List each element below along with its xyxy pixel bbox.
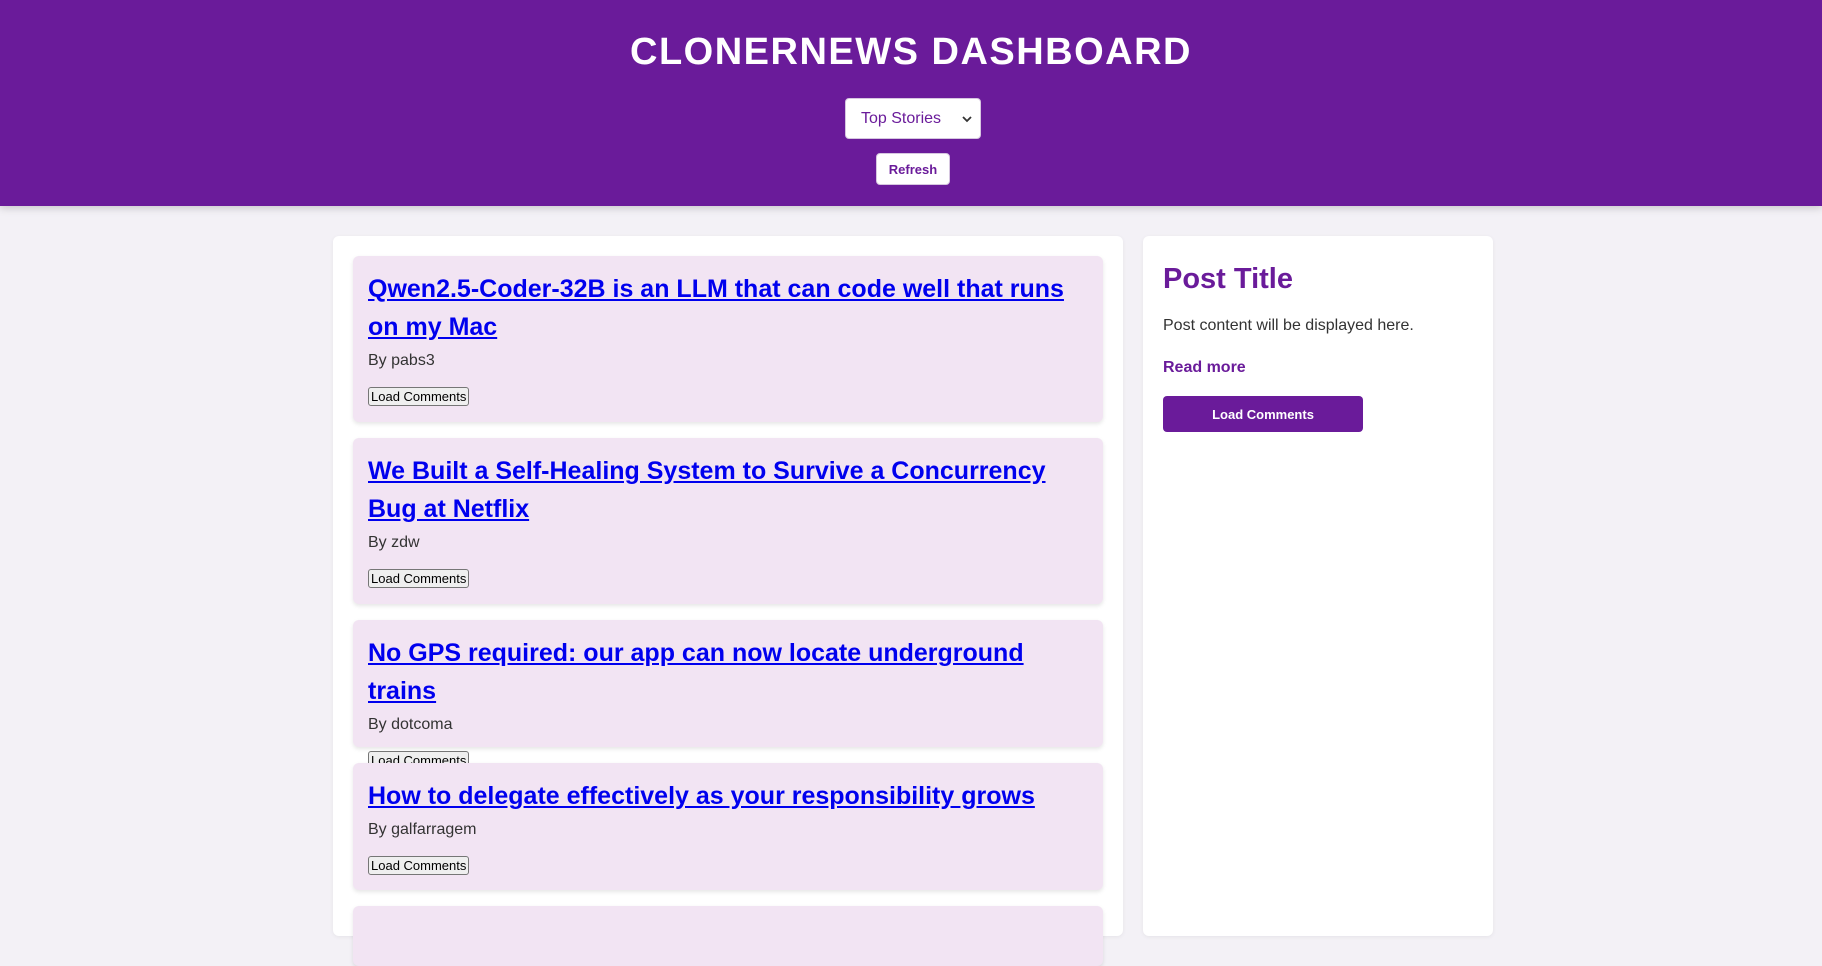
- story-type-select[interactable]: Top Stories: [845, 98, 981, 139]
- story-card: How to delegate effectively as your resp…: [353, 763, 1103, 890]
- post-content: Post content will be displayed here.: [1163, 317, 1414, 334]
- load-comments-button[interactable]: Load Comments: [368, 387, 470, 406]
- story-title-link[interactable]: How to delegate effectively as your resp…: [368, 777, 1088, 815]
- story-author: By pabs3: [368, 352, 435, 369]
- story-title-link[interactable]: We Built a Self-Healing System to Surviv…: [368, 452, 1088, 528]
- story-card: Qwen2.5-Coder-32B is an LLM that can cod…: [353, 256, 1103, 422]
- story-title-link[interactable]: No GPS required: our app can now locate …: [368, 634, 1088, 710]
- refresh-button[interactable]: Refresh: [876, 153, 950, 185]
- load-comments-button[interactable]: Load Comments: [368, 856, 470, 875]
- story-card: We Built a Self-Healing System to Surviv…: [353, 438, 1103, 604]
- story-card: No GPS required: our app can now locate …: [353, 620, 1103, 770]
- story-list-panel: Qwen2.5-Coder-32B is an LLM that can cod…: [333, 236, 1123, 966]
- chevron-down-icon: [962, 116, 972, 123]
- story-author: By dotcoma: [368, 716, 453, 733]
- app-header: CLONERNEWS DASHBOARD Top Stories Refresh: [0, 0, 1822, 206]
- story-author: By galfarragem: [368, 821, 477, 838]
- story-card: [353, 906, 1103, 966]
- post-detail-panel: Post Title Post content will be displaye…: [1143, 236, 1493, 936]
- story-author: By zdw: [368, 534, 420, 551]
- app-title: CLONERNEWS DASHBOARD: [630, 31, 1192, 73]
- load-comments-button[interactable]: Load Comments: [1163, 396, 1363, 432]
- load-comments-button[interactable]: Load Comments: [368, 569, 470, 588]
- story-type-select-value: Top Stories: [861, 109, 942, 127]
- read-more-link[interactable]: Read more: [1163, 358, 1246, 378]
- story-title-link[interactable]: Qwen2.5-Coder-32B is an LLM that can cod…: [368, 270, 1088, 346]
- post-title: Post Title: [1163, 263, 1293, 295]
